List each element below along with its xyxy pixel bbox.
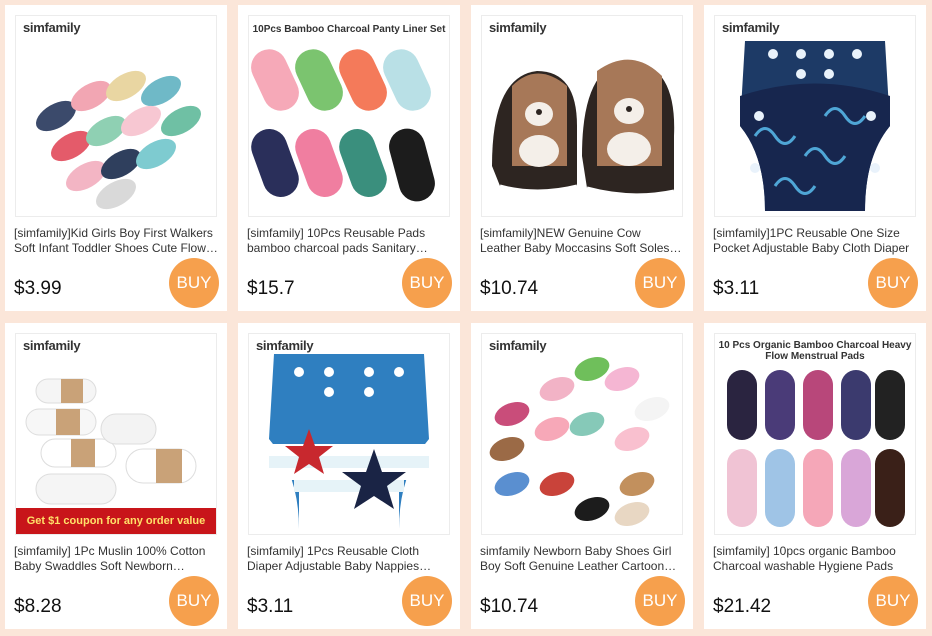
brand-logo: simfamily [23, 338, 81, 353]
buy-button[interactable]: BUY [402, 576, 452, 626]
image-banner-text: 10 Pcs Organic Bamboo Charcoal Heavy Flo… [718, 340, 912, 362]
coupon-banner: Get $1 coupon for any order value [16, 508, 216, 534]
brand-logo: simfamily [489, 338, 547, 353]
buy-button[interactable]: BUY [635, 258, 685, 308]
product-title[interactable]: [simfamily] 1Pc Muslin 100% Cotton Baby … [14, 544, 218, 574]
product-card[interactable]: simfamily Get $1 coupon for any order va… [5, 323, 227, 629]
muslin-swaddles-image[interactable]: simfamily Get $1 coupon for any order va… [15, 333, 217, 535]
baby-shoes-image[interactable]: simfamily [15, 15, 217, 217]
brand-logo: simfamily [23, 20, 81, 35]
brand-logo: simfamily [722, 20, 780, 35]
leather-moccasins-image[interactable]: simfamily [481, 15, 683, 217]
starfish-diaper-image[interactable]: simfamily [248, 333, 450, 535]
product-title[interactable]: simfamily Newborn Baby Shoes Girl Boy So… [480, 544, 684, 574]
panty-liners-image[interactable]: 10Pcs Bamboo Charcoal Panty Liner Set [248, 15, 450, 217]
buy-button[interactable]: BUY [402, 258, 452, 308]
product-title[interactable]: [simfamily]1PC Reusable One Size Pocket … [713, 226, 917, 256]
product-price: $15.7 [247, 278, 295, 299]
product-price: $10.74 [480, 278, 539, 299]
brand-logo: simfamily [256, 338, 314, 353]
image-banner-text: 10Pcs Bamboo Charcoal Panty Liner Set [252, 24, 446, 35]
cartoon-shoes-image[interactable]: simfamily [481, 333, 683, 535]
menstrual-pads-image[interactable]: 10 Pcs Organic Bamboo Charcoal Heavy Flo… [714, 333, 916, 535]
product-card[interactable]: simfamily simfamily Newborn Baby Shoes G… [471, 323, 693, 629]
product-title[interactable]: [simfamily]NEW Genuine Cow Leather Baby … [480, 226, 684, 256]
product-title[interactable]: [simfamily] 1Pcs Reusable Cloth Diaper A… [247, 544, 451, 574]
product-price: $3.11 [713, 278, 760, 299]
product-card[interactable]: 10 Pcs Organic Bamboo Charcoal Heavy Flo… [704, 323, 926, 629]
product-card[interactable]: simfamily [simfamily]Kid Girls Boy First… [5, 5, 227, 311]
product-title[interactable]: [simfamily]Kid Girls Boy First Walkers S… [14, 226, 218, 256]
buy-button[interactable]: BUY [868, 258, 918, 308]
product-grid: simfamily [simfamily]Kid Girls Boy First… [0, 0, 932, 636]
product-price: $3.11 [247, 596, 294, 617]
buy-button[interactable]: BUY [635, 576, 685, 626]
product-title[interactable]: [simfamily] 10pcs organic Bamboo Charcoa… [713, 544, 917, 574]
brand-logo: simfamily [489, 20, 547, 35]
cloth-diaper-image[interactable]: simfamily [714, 15, 916, 217]
buy-button[interactable]: BUY [169, 576, 219, 626]
buy-button[interactable]: BUY [169, 258, 219, 308]
product-card[interactable]: simfamily [simfamily]NEW Genuine Cow Lea… [471, 5, 693, 311]
product-price: $21.42 [713, 596, 772, 617]
product-card[interactable]: simfamily [simfamily]1PC Reusable One Si… [704, 5, 926, 311]
product-price: $3.99 [14, 278, 62, 299]
buy-button[interactable]: BUY [868, 576, 918, 626]
product-price: $8.28 [14, 596, 62, 617]
product-title[interactable]: [simfamily] 10Pcs Reusable Pads bamboo c… [247, 226, 451, 256]
product-price: $10.74 [480, 596, 539, 617]
product-card[interactable]: simfamily [simfamily] 1Pcs Reusable Clot… [238, 323, 460, 629]
product-card[interactable]: 10Pcs Bamboo Charcoal Panty Liner Set [s… [238, 5, 460, 311]
